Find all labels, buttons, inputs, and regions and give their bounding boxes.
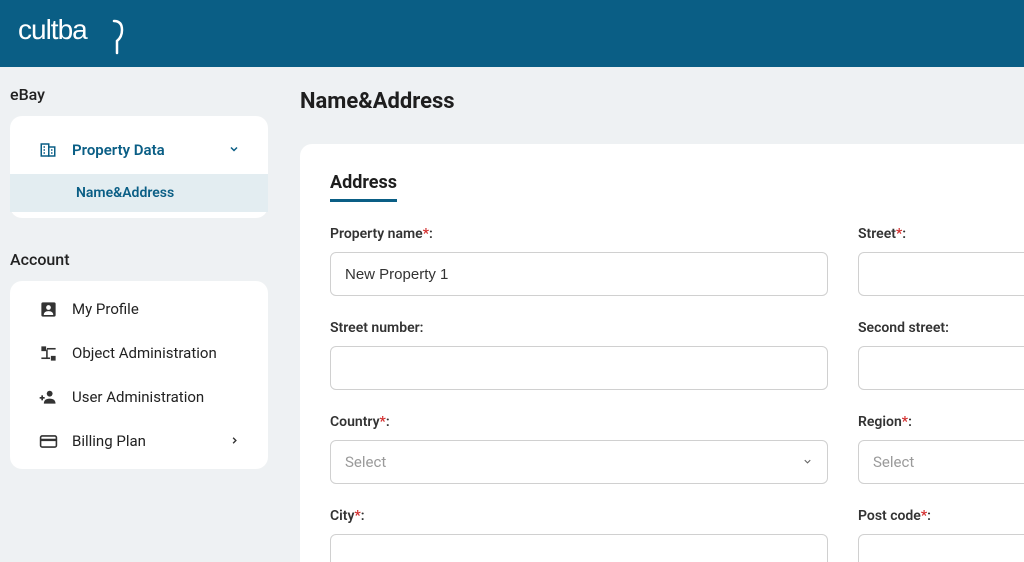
required-marker: * (423, 226, 429, 242)
sidebar-item-label: Billing Plan (72, 432, 146, 450)
sidebar-item-my-profile[interactable]: My Profile (10, 287, 268, 331)
required-marker: * (354, 508, 360, 524)
billing-icon (38, 431, 58, 451)
sidebar-section-ebay: eBay (10, 67, 268, 116)
required-marker: * (902, 414, 908, 430)
label-post-code: Post code*: (858, 508, 1024, 524)
label-region: Region*: (858, 414, 1024, 430)
main-layout: eBay Property Data (0, 67, 1024, 562)
object-admin-icon (38, 343, 58, 363)
brand-logo: cultba (18, 13, 133, 55)
field-property-name: Property name*: (330, 226, 828, 296)
label-city: City*: (330, 508, 828, 524)
field-country: Country*: Select (330, 414, 828, 484)
sidebar-item-label: Property Data (72, 141, 165, 159)
sidebar-item-property-data[interactable]: Property Data (10, 122, 268, 174)
property-data-icon (38, 140, 58, 160)
content-area: Name&Address Address Property name*: Str… (278, 67, 1024, 562)
field-street: Street*: (858, 226, 1024, 296)
form-card: Address Property name*: Street*: (300, 144, 1024, 562)
tab-address[interactable]: Address (330, 172, 397, 202)
sidebar: eBay Property Data (0, 67, 278, 562)
input-street[interactable] (858, 252, 1024, 296)
label-country: Country*: (330, 414, 828, 430)
field-region: Region*: Select (858, 414, 1024, 484)
select-country[interactable]: Select (330, 440, 828, 484)
chevron-down-icon (228, 141, 240, 159)
sidebar-subitem-name-address[interactable]: Name&Address (10, 174, 268, 212)
field-street-number: Street number: (330, 320, 828, 390)
chevron-down-icon (802, 453, 813, 471)
required-marker: * (380, 414, 386, 430)
required-marker: * (896, 226, 902, 242)
sidebar-item-label: My Profile (72, 300, 139, 318)
app-header: cultba (0, 0, 1024, 67)
sidebar-item-label: Object Administration (72, 344, 217, 362)
label-property-name: Property name*: (330, 226, 828, 242)
select-region[interactable]: Select (858, 440, 1024, 484)
sidebar-card-account: My Profile Object Administration (10, 281, 268, 469)
required-marker: * (921, 508, 927, 524)
sidebar-item-label: User Administration (72, 388, 204, 406)
sidebar-card-ebay: Property Data Name&Address (10, 116, 268, 218)
user-admin-icon (38, 387, 58, 407)
sidebar-section-account: Account (10, 232, 268, 281)
sidebar-item-billing-plan[interactable]: Billing Plan (10, 419, 268, 463)
field-city: City*: (330, 508, 828, 562)
input-street-number[interactable] (330, 346, 828, 390)
label-second-street: Second street: (858, 320, 1024, 336)
profile-icon (38, 299, 58, 319)
cultbay-logo-svg: cultba (18, 13, 133, 55)
input-post-code[interactable] (858, 534, 1024, 562)
input-property-name[interactable] (330, 252, 828, 296)
input-city[interactable] (330, 534, 828, 562)
field-post-code: Post code*: (858, 508, 1024, 562)
sidebar-item-user-admin[interactable]: User Administration (10, 375, 268, 419)
page-title: Name&Address (300, 89, 1024, 114)
chevron-right-icon (229, 432, 240, 450)
field-second-street: Second street: (858, 320, 1024, 390)
address-form: Property name*: Street*: Street number: (330, 226, 994, 562)
input-second-street[interactable] (858, 346, 1024, 390)
label-street: Street*: (858, 226, 1024, 242)
svg-text:cultba: cultba (18, 14, 88, 45)
label-street-number: Street number: (330, 320, 828, 336)
sidebar-item-object-admin[interactable]: Object Administration (10, 331, 268, 375)
